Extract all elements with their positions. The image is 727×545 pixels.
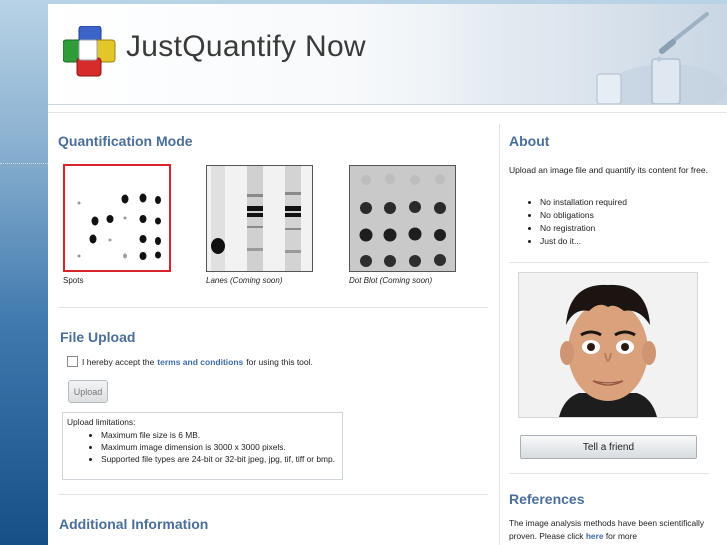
header: JustQuantify Now bbox=[48, 4, 727, 114]
references-text-after: for more bbox=[605, 531, 638, 541]
mode-option-lanes bbox=[206, 165, 313, 272]
list-item: Supported file types are 24-bit or 32-bi… bbox=[101, 453, 338, 465]
references-text: The image analysis methods have been sci… bbox=[509, 517, 709, 543]
page: JustQuantify Now Quantification Mode Spo… bbox=[48, 4, 727, 545]
section-divider bbox=[58, 307, 488, 308]
quantification-mode-title: Quantification Mode bbox=[58, 133, 193, 149]
terms-link[interactable]: terms and conditions bbox=[157, 357, 243, 367]
limitations-list: Maximum file size is 6 MB. Maximum image… bbox=[67, 429, 338, 465]
file-upload-title: File Upload bbox=[60, 329, 136, 345]
about-title: About bbox=[509, 133, 550, 149]
accept-terms-checkbox[interactable] bbox=[67, 356, 78, 367]
about-features: No installation required No obligations … bbox=[509, 196, 627, 248]
header-divider-secondary bbox=[48, 112, 727, 113]
mode-option-spots[interactable] bbox=[63, 164, 171, 272]
references-title: References bbox=[509, 491, 585, 507]
list-item: Just do it... bbox=[540, 235, 627, 248]
accept-terms-row: I hereby accept the terms and conditions… bbox=[67, 356, 313, 367]
brand-title: JustQuantify Now bbox=[126, 30, 366, 63]
mode-label-dot-blot: Dot Blot (Coming soon) bbox=[349, 276, 433, 285]
list-item: No obligations bbox=[540, 209, 627, 222]
person-photo bbox=[518, 272, 698, 418]
about-text: Upload an image file and quantify its co… bbox=[509, 165, 708, 175]
header-divider bbox=[48, 104, 727, 105]
list-item: Maximum image dimension is 3000 x 3000 p… bbox=[101, 441, 338, 453]
list-item: No installation required bbox=[540, 196, 627, 209]
upload-limitations-box: Upload limitations: Maximum file size is… bbox=[62, 412, 343, 480]
mode-option-dot-blot bbox=[349, 165, 456, 272]
list-item: No registration bbox=[540, 222, 627, 235]
additional-information-title: Additional Information bbox=[59, 516, 209, 532]
sidebar: About Upload an image file and quantify … bbox=[499, 124, 727, 545]
upload-button[interactable]: Upload bbox=[68, 380, 108, 403]
list-item: Maximum file size is 6 MB. bbox=[101, 429, 338, 441]
accept-terms-suffix: for using this tool. bbox=[246, 356, 313, 367]
background-decoration bbox=[0, 163, 48, 166]
mode-label-lanes: Lanes (Coming soon) bbox=[206, 276, 283, 285]
accept-terms-prefix: I hereby accept the bbox=[82, 356, 155, 367]
references-here-link[interactable]: here bbox=[586, 531, 604, 541]
sidebar-divider bbox=[509, 473, 709, 474]
limitations-title: Upload limitations: bbox=[67, 417, 136, 427]
mode-label-spots: Spots bbox=[63, 276, 84, 285]
header-lab-image bbox=[437, 4, 727, 114]
tell-a-friend-button[interactable]: Tell a friend bbox=[520, 435, 697, 459]
logo-icon bbox=[63, 26, 116, 77]
sidebar-divider bbox=[509, 262, 709, 263]
section-divider bbox=[58, 494, 488, 495]
